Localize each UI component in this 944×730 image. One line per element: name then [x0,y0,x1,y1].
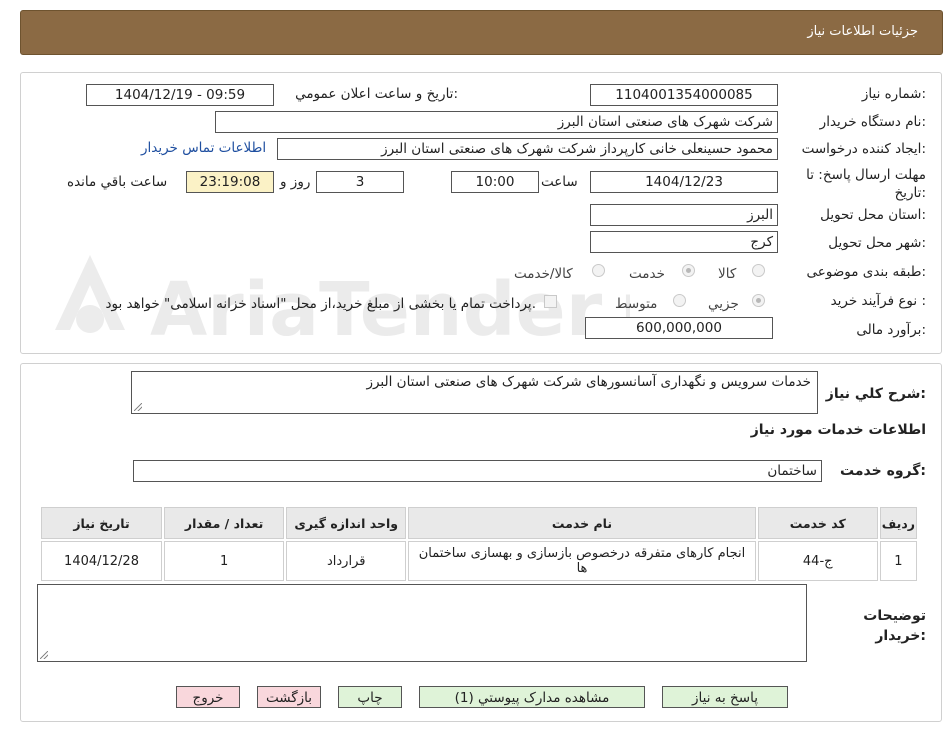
buyer-notes-label: توضيحات خريدار: [863,608,926,644]
province-field: البرز [590,204,778,226]
process-radio-minor[interactable] [752,294,765,307]
page-title: جزئيات اطلاعات نياز [807,24,918,39]
column-header-service-code: کد خدمت [757,507,878,539]
category-label: طبقه بندی موضوعی: [806,264,926,280]
resize-handle-icon[interactable] [134,403,142,411]
services-section-title: اطلاعات خدمات مورد نياز [750,422,926,438]
column-header-row-number: رديف [879,507,917,539]
category-radio-goods-service[interactable] [592,264,605,277]
buyer-contact-link[interactable]: اطلاعات تماس خريدار [141,140,266,156]
table-header-row: رديف کد خدمت نام خدمت واحد اندازه گيری ت… [41,507,917,539]
table-row: 1 ج-44 انجام کارهای متفرقه درخصوص بازساز… [41,541,917,581]
creator-field: محمود حسینعلی خانی کارپرداز شرکت شهرک ها… [277,138,778,160]
exit-button[interactable]: خروج [176,686,240,708]
process-radio-medium[interactable] [673,294,686,307]
process-label: نوع فرآیند خرید : [830,293,926,309]
resize-handle-icon[interactable] [40,651,48,659]
print-button[interactable]: چاپ [338,686,402,708]
announce-label: تاريخ و ساعت اعلان عمومي: [295,86,458,102]
cell-quantity: 1 [164,541,285,581]
services-table: رديف کد خدمت نام خدمت واحد اندازه گيری ت… [39,505,919,583]
remaining-time-field: 23:19:08 [186,171,274,193]
page-header: جزئيات اطلاعات نياز [20,10,943,55]
deadline-date-field: 1404/12/23 [590,171,778,193]
category-option-goods: کالا [718,266,737,282]
cell-service-name: انجام کارهای متفرقه درخصوص بازسازی و بهس… [408,541,756,581]
category-radio-service[interactable] [682,264,695,277]
service-group-label: گروه خدمت: [840,463,926,479]
category-option-service: خدمت [629,266,665,282]
buyer-notes-textarea[interactable] [37,584,807,662]
deadline-label: مهلت ارسال پاسخ: تا تاريخ: [806,167,926,201]
budget-field: 600,000,000 [585,317,773,339]
creator-label: ايجاد کننده درخواست: [801,141,926,157]
announce-field: 1404/12/19 - 09:59 [86,84,274,106]
column-header-need-date: تاريخ نياز [41,507,163,539]
days-field: 3 [316,171,404,193]
category-option-goods-service: کالا/خدمت [514,266,573,282]
payment-note: پرداخت تمام یا بخشی از مبلغ خرید،از محل … [105,296,536,312]
view-attachments-button[interactable]: مشاهده مدارک پيوستي (1) [419,686,645,708]
category-radio-goods[interactable] [752,264,765,277]
remaining-label: ساعت باقي مانده [67,174,168,190]
hour-label: ساعت [541,174,578,190]
cell-need-date: 1404/12/28 [41,541,163,581]
cell-unit: قرارداد [286,541,407,581]
column-header-service-name: نام خدمت [408,507,756,539]
buyer-org-field: شركت شهرک های صنعتی استان البرز [215,111,778,133]
need-number-label: شماره نياز: [861,86,926,102]
reply-button[interactable]: پاسخ به نياز [662,686,788,708]
city-field: کرج [590,231,778,253]
column-header-quantity: تعداد / مقدار [164,507,285,539]
need-number-field: 1104001354000085 [590,84,778,106]
column-header-unit: واحد اندازه گيری [286,507,407,539]
treasury-payment-checkbox[interactable] [544,295,557,308]
description-label: شرح كلي نياز: [825,386,926,402]
back-button[interactable]: بازگشت [257,686,321,708]
cell-row-number: 1 [879,541,917,581]
process-option-medium: متوسط [615,296,658,312]
process-option-minor: جزيي [708,296,739,312]
service-group-field: ساختمان [133,460,822,482]
budget-label: برآورد مالی: [856,322,926,338]
cell-service-code: ج-44 [757,541,878,581]
deadline-time-field: 10:00 [451,171,539,193]
buyer-org-label: نام دستگاه خريدار: [819,114,926,130]
city-label: شهر محل تحويل: [828,235,926,251]
description-text: خدمات سرویس و نگهداری آسانسورهای شرکت شه… [366,374,811,390]
province-label: استان محل تحويل: [820,207,926,223]
days-label: روز و [280,174,311,190]
description-textarea[interactable]: خدمات سرویس و نگهداری آسانسورهای شرکت شه… [131,371,818,414]
